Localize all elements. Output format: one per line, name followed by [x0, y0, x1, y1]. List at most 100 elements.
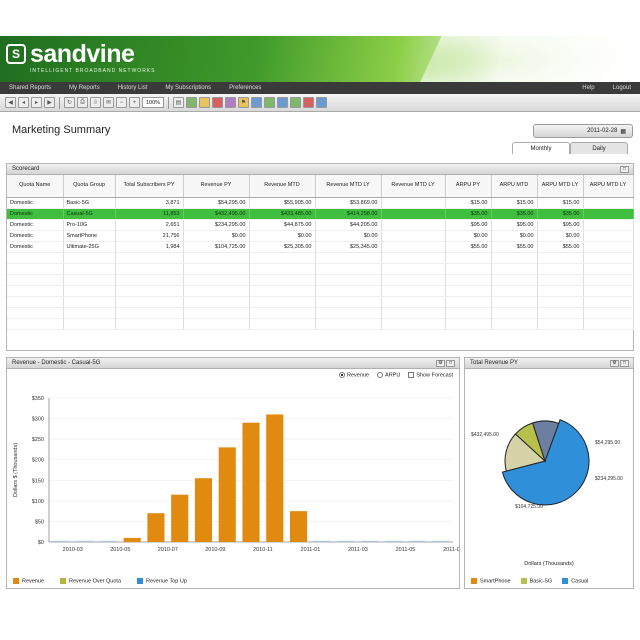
refresh-icon[interactable]: ↻ — [64, 97, 75, 108]
table-cell: $53,869.00 — [315, 197, 382, 209]
table-cell — [583, 252, 634, 264]
first-page-icon[interactable]: ◀ — [5, 97, 16, 108]
excel-icon[interactable] — [186, 97, 197, 108]
email-icon[interactable]: ✉ — [103, 97, 114, 108]
print-icon[interactable]: ⎙ — [77, 97, 88, 108]
last-page-icon[interactable]: ▶ — [44, 97, 55, 108]
column-header[interactable]: ARPU MTD LY — [537, 175, 584, 198]
settings-icon[interactable] — [303, 97, 314, 108]
chart-icon[interactable] — [251, 97, 262, 108]
nav-logout[interactable]: Logout — [604, 85, 640, 91]
pie-panel: Total Revenue PY ⚙ □ $432,495.00 $104,725… — [464, 357, 634, 589]
table-row[interactable]: Domestic Ultimate-25G 1,984 $104,725.00 $25,… — [7, 241, 634, 253]
export-icon[interactable]: ⇩ — [90, 97, 101, 108]
table-cell — [115, 263, 184, 275]
table-row[interactable]: Domestic Basic-5G 3,871 $54,295.00 $55,905.0… — [7, 197, 634, 209]
filter-icon[interactable] — [225, 97, 236, 108]
column-header[interactable]: Quota Name — [7, 175, 64, 198]
table-cell — [381, 263, 446, 275]
legend-basic: Basic-5G — [520, 577, 552, 584]
table-cell — [115, 274, 184, 286]
table-cell: $95.00 — [537, 219, 584, 231]
date-picker[interactable]: 2011-02-28 ▦ — [533, 124, 633, 138]
table-cell — [115, 307, 184, 319]
zero-bar — [361, 540, 379, 542]
table-cell — [381, 241, 446, 253]
nav-preferences[interactable]: Preferences — [220, 85, 270, 91]
table-row[interactable]: Domestic SmartPhone 21,756 $0.00 $0.00 $0.00 $… — [7, 230, 634, 242]
table-cell — [491, 274, 538, 286]
maximize-icon[interactable]: □ — [620, 359, 629, 367]
empty-row — [7, 285, 634, 297]
table-cell: Casual-5G — [63, 208, 116, 220]
table-cell — [491, 296, 538, 308]
calendar-icon[interactable]: ▦ — [620, 128, 626, 135]
table-cell — [63, 274, 116, 286]
legend-swatch — [137, 577, 144, 584]
column-header[interactable]: ARPU PY — [445, 175, 492, 198]
next-page-icon[interactable]: ▸ — [31, 97, 42, 108]
table-cell: $44,875.00 — [249, 219, 316, 231]
table-icon[interactable] — [290, 97, 301, 108]
arpu-radio[interactable]: ARPU — [377, 372, 400, 378]
nav-my-subscriptions[interactable]: My Subscriptions — [156, 85, 220, 91]
nav-help[interactable]: Help — [573, 85, 603, 91]
date-value: 2011-02-28 — [587, 128, 618, 134]
table-row[interactable]: Domestic Casual-5G 11,853 $432,495.00 $433,4… — [7, 208, 634, 220]
table-cell — [583, 274, 634, 286]
table-cell — [445, 263, 492, 275]
table-cell: $432,495.00 — [183, 208, 250, 220]
column-header[interactable]: Revenue MTD LY — [381, 175, 446, 198]
tab-daily[interactable]: Daily — [570, 142, 628, 154]
chart-options-icon[interactable]: ⚙ — [610, 359, 619, 367]
pie-legend: SmartPhone Basic-5G Casual — [471, 577, 588, 584]
chart-options-icon[interactable]: ⚙ — [436, 359, 445, 367]
table-cell: Domestic — [7, 230, 64, 242]
zoom-in-icon[interactable]: + — [129, 97, 140, 108]
column-header[interactable]: Revenue MTD — [249, 175, 316, 198]
table-cell: $15.00 — [445, 197, 492, 209]
column-header[interactable]: ARPU MTD — [491, 175, 538, 198]
nav-shared-reports[interactable]: Shared Reports — [0, 85, 60, 91]
zoom-out-icon[interactable]: − — [116, 97, 127, 108]
toolbar-divider — [59, 96, 60, 109]
column-header[interactable]: Quota Group — [63, 175, 116, 198]
column-header[interactable]: Total Subscribers PY — [115, 175, 184, 198]
prev-page-icon[interactable]: ◂ — [18, 97, 29, 108]
y-tick-label: $100 — [32, 499, 44, 505]
save-icon[interactable] — [316, 97, 327, 108]
table-cell: Ultimate-25G — [63, 241, 116, 253]
revenue-bar — [123, 537, 141, 542]
grid-icon[interactable] — [264, 97, 275, 108]
logo: S sandvine — [6, 42, 135, 67]
table-cell — [315, 318, 382, 330]
show-forecast-checkbox[interactable]: Show Forecast — [408, 372, 453, 378]
column-header[interactable]: ARPU MTD LY — [583, 175, 634, 198]
table-cell — [183, 252, 250, 264]
column-header[interactable]: Revenue PY — [183, 175, 250, 198]
zoom-select[interactable]: 100% — [142, 97, 164, 108]
folder-icon[interactable] — [199, 97, 210, 108]
column-header[interactable]: Revenue MTD LY — [315, 175, 382, 198]
flag-icon[interactable]: ⚑ — [238, 97, 249, 108]
table-cell — [249, 296, 316, 308]
nav-history-list[interactable]: History List — [109, 85, 157, 91]
pdf-icon[interactable] — [212, 97, 223, 108]
table-cell: Domestic — [7, 208, 64, 220]
nav-right: Help Logout — [573, 85, 640, 91]
maximize-icon[interactable]: □ — [446, 359, 455, 367]
banner-swoosh — [409, 36, 640, 82]
table-row[interactable]: Domestic Pro-10G 2,651 $234,295.00 $44,875.0… — [7, 219, 634, 231]
table-cell — [63, 296, 116, 308]
zero-bar — [408, 540, 426, 542]
revenue-bar — [218, 447, 236, 542]
maximize-icon[interactable]: □ — [620, 165, 629, 173]
table-cell — [7, 274, 64, 286]
document-icon[interactable]: ▤ — [173, 97, 184, 108]
table-cell: $25,305.00 — [249, 241, 316, 253]
graph-icon[interactable] — [277, 97, 288, 108]
nav-my-reports[interactable]: My Reports — [60, 85, 109, 91]
revenue-radio[interactable]: Revenue — [339, 372, 369, 378]
tab-monthly[interactable]: Monthly — [512, 142, 570, 154]
legend-revenue-top-up: Revenue Top Up — [137, 577, 187, 584]
